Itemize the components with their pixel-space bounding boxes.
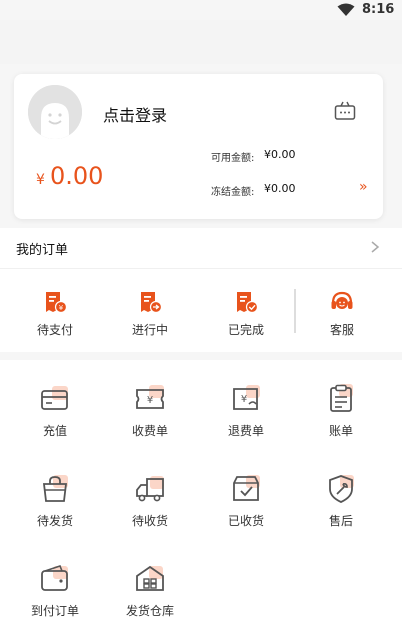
avatar[interactable] (28, 85, 82, 139)
available-value: ¥0.00 (264, 148, 296, 161)
order-completed-label: 已完成 (227, 323, 264, 337)
in-progress-icon (141, 292, 163, 314)
order-status-row: ¥ 待支付 进行中 已完成 客服 (0, 268, 402, 352)
svg-text:¥: ¥ (59, 304, 64, 312)
balance-amount: 0.00 (50, 162, 104, 190)
service-recharge[interactable]: 充值 (15, 382, 95, 439)
status-time: 8:16 (362, 2, 395, 17)
shop-icon[interactable] (334, 101, 356, 121)
completed-icon (237, 292, 259, 314)
customer-service[interactable]: 客服 (302, 289, 382, 338)
frozen-label: 冻结金额: (211, 187, 255, 198)
customer-service-label: 客服 (329, 323, 354, 337)
top-area (0, 20, 402, 64)
truck-icon (136, 476, 164, 502)
available-label: 可用金额: (211, 153, 255, 164)
service-received-label: 已收货 (227, 514, 264, 528)
services-grid: 充值 ¥ 收费单 ¥ 退费单 账单 待发货 待收货 已收货 售后 到付订单 发货… (0, 360, 402, 624)
service-warehouse-label: 发货仓库 (125, 604, 174, 618)
login-link[interactable]: 点击登录 (103, 102, 167, 126)
service-after-sales[interactable]: 售后 (301, 472, 381, 529)
service-statement[interactable]: 账单 (301, 382, 381, 439)
service-after-sales-label: 售后 (328, 514, 353, 528)
pending-payment-icon: ¥ (46, 292, 68, 314)
customer-service-icon (331, 291, 353, 309)
svg-text:¥: ¥ (241, 394, 247, 405)
wallet-icon (41, 565, 68, 591)
default-avatar-icon (28, 85, 82, 139)
clipboard-icon (330, 384, 353, 412)
orders-divider (294, 289, 296, 333)
frozen-value: ¥0.00 (264, 182, 296, 195)
status-bar: 8:16 (0, 0, 402, 20)
wrench-shield-icon (329, 475, 354, 503)
service-charge-bill-label: 收费单 (131, 424, 168, 438)
svg-text:¥: ¥ (147, 395, 153, 406)
double-chevron-right-icon[interactable]: » (359, 179, 367, 195)
service-cod-orders-label: 到付订单 (30, 604, 79, 618)
ticket-icon: ¥ (136, 385, 164, 409)
card-icon (41, 386, 68, 410)
my-orders-title: 我的订单 (16, 243, 69, 258)
service-recharge-label: 充值 (42, 424, 67, 438)
service-warehouse[interactable]: 发货仓库 (110, 562, 190, 619)
warehouse-icon (136, 565, 164, 591)
my-orders-header[interactable]: 我的订单 (0, 228, 402, 268)
service-cod-orders[interactable]: 到付订单 (15, 562, 95, 619)
service-to-ship-label: 待发货 (36, 514, 73, 528)
order-in-progress-label: 进行中 (131, 323, 168, 337)
profile-card: 点击登录 ¥ 0.00 可用金额: ¥0.00 冻结金额: ¥0.00 » (14, 74, 383, 219)
order-completed[interactable]: 已完成 (206, 289, 286, 338)
service-charge-bill[interactable]: ¥ 收费单 (110, 382, 190, 439)
service-to-ship[interactable]: 待发货 (15, 472, 95, 529)
shopping-bag-icon (42, 475, 68, 502)
wifi-icon (337, 3, 355, 16)
service-statement-label: 账单 (328, 424, 353, 438)
chevron-right-icon[interactable] (370, 240, 380, 254)
service-refund-bill[interactable]: ¥ 退费单 (206, 382, 286, 439)
box-check-icon (233, 475, 260, 501)
service-to-receive-label: 待收货 (131, 514, 168, 528)
service-refund-bill-label: 退费单 (227, 424, 264, 438)
order-pending-payment[interactable]: ¥ 待支付 (15, 289, 95, 338)
order-pending-payment-label: 待支付 (36, 323, 73, 337)
balance-currency: ¥ (36, 172, 45, 188)
service-to-receive[interactable]: 待收货 (110, 472, 190, 529)
service-received[interactable]: 已收货 (206, 472, 286, 529)
refund-icon: ¥ (233, 385, 260, 410)
order-in-progress[interactable]: 进行中 (110, 289, 190, 338)
